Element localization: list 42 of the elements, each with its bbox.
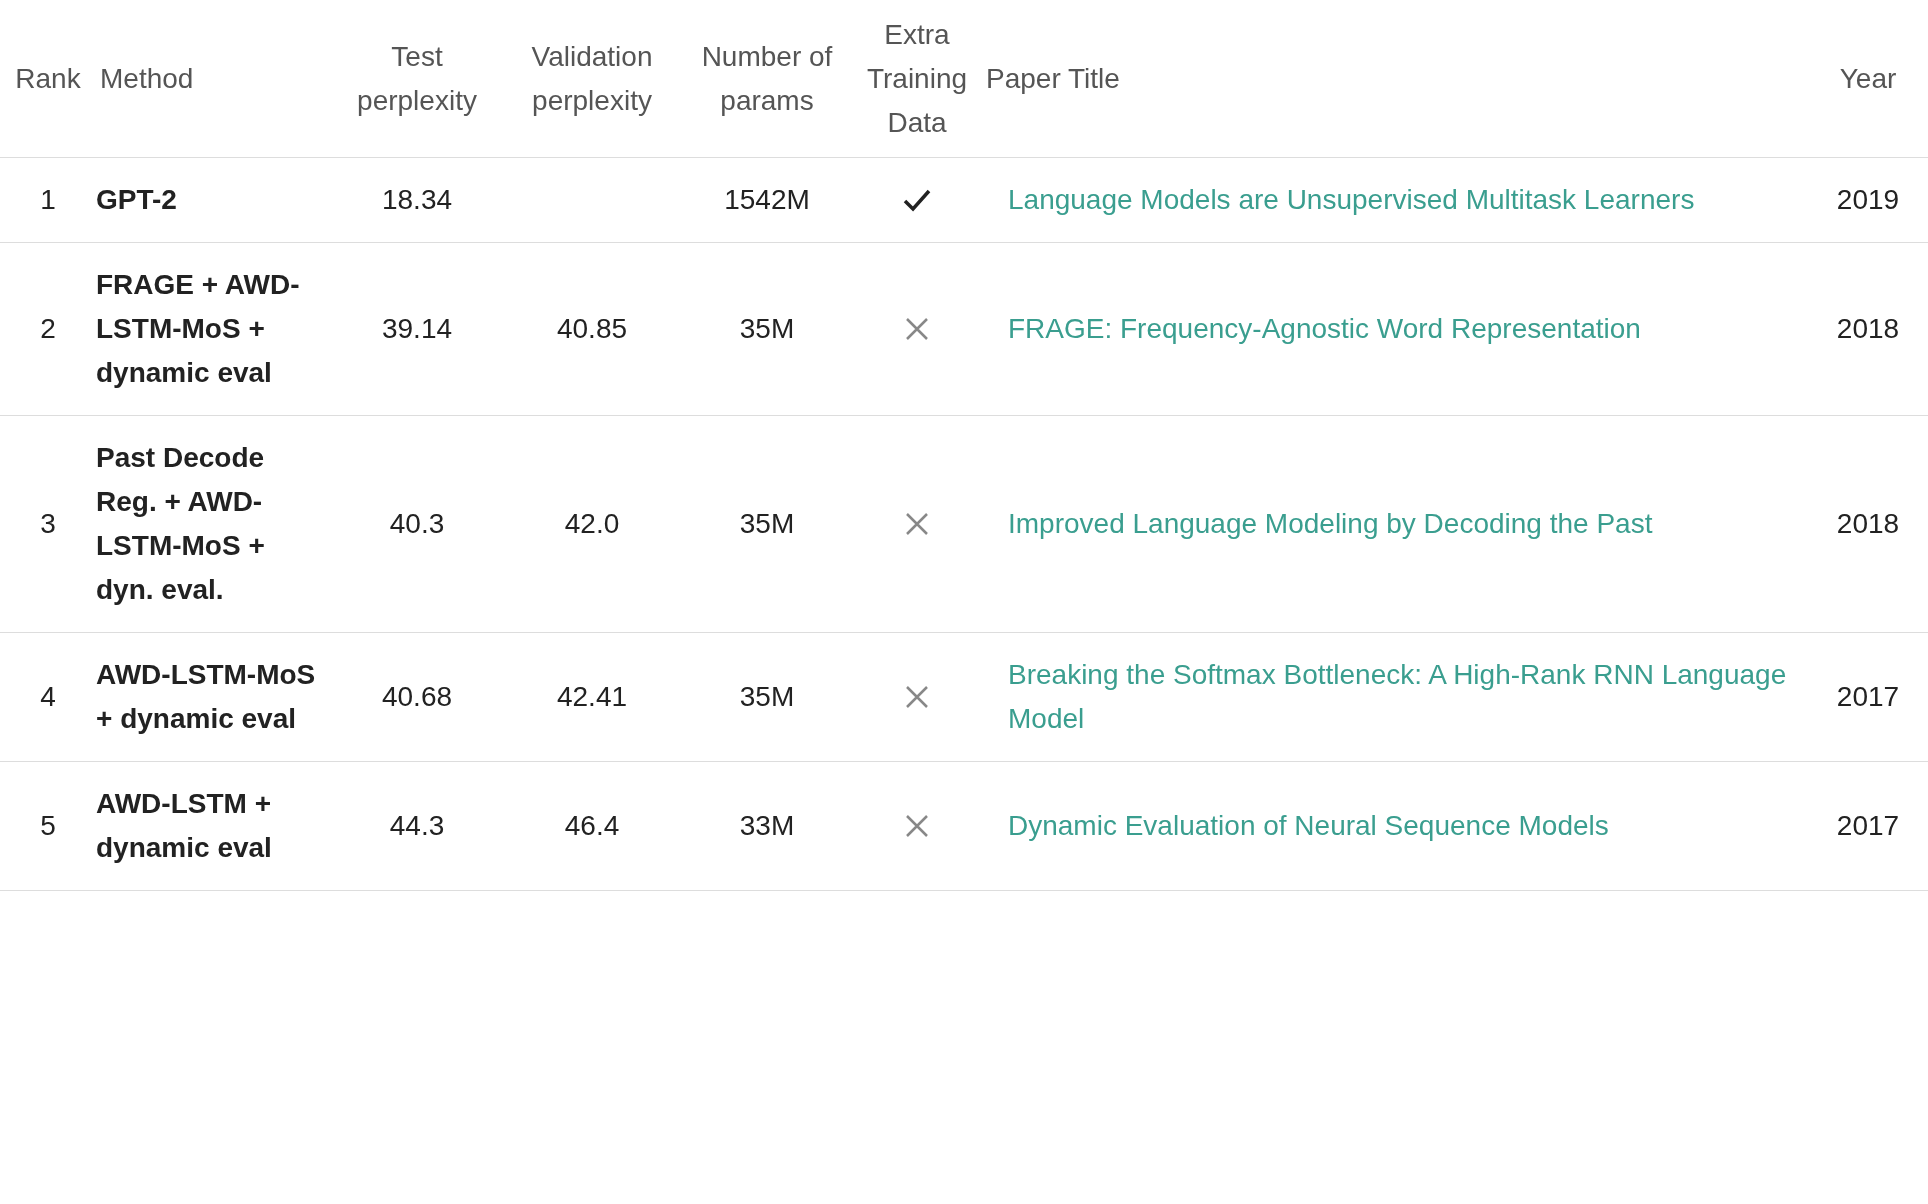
column-header: Number of params (701, 40, 833, 116)
table-cell: 1 (40, 184, 56, 215)
table-cell: 35M (739, 508, 795, 539)
table-cell: 4 (40, 681, 56, 712)
paper-link[interactable]: Dynamic Evaluation of Neural Sequence Models (1008, 804, 1609, 848)
table-cell: 35M (739, 313, 795, 344)
method-name: GPT-2 (96, 184, 177, 215)
table-cell: 18.34 (381, 184, 453, 215)
table-cell: 39.14 (381, 313, 453, 344)
table-cell: 40.68 (381, 681, 453, 712)
table-cell: 2019 (1836, 184, 1900, 215)
paper-link[interactable]: FRAGE: Frequency-Agnostic Word Representation (1008, 307, 1641, 351)
table-cell: 40.3 (389, 508, 445, 539)
column-header: Test perplexity (357, 40, 477, 116)
method-name: Past Decode Reg. + AWD-LSTM-MoS + dyn. eval. (96, 442, 265, 605)
table-cell: 40.85 (556, 313, 628, 344)
table-cell: 42.0 (564, 508, 620, 539)
table-cell: 5 (40, 810, 56, 841)
table-cell: 2017 (1836, 810, 1900, 841)
column-header: Paper Title (986, 62, 1120, 94)
table-cell: 35M (739, 681, 795, 712)
table-cell: 2018 (1836, 313, 1900, 344)
paper-link[interactable]: Breaking the Softmax Bottleneck: A High-Rank RNN Language Model (1008, 653, 1808, 741)
table-cell: 42.41 (556, 681, 628, 712)
method-name: FRAGE + AWD-LSTM-MoS + dynamic eval (96, 269, 300, 388)
column-header: Validation perplexity (531, 40, 653, 116)
table-cell: 2017 (1836, 681, 1900, 712)
table-cell: 33M (739, 810, 795, 841)
table-cell: 3 (40, 508, 56, 539)
table-cell: 44.3 (389, 810, 445, 841)
table-cell: 2018 (1836, 508, 1900, 539)
column-header: Rank (15, 62, 81, 94)
method-name: AWD-LSTM + dynamic eval (96, 788, 272, 863)
paper-link[interactable]: Improved Language Modeling by Decoding the Past (1008, 502, 1653, 546)
table-cell: 46.4 (564, 810, 620, 841)
column-header: Year (1839, 62, 1897, 94)
table-cell: 1542M (724, 184, 810, 215)
column-header: Method (100, 62, 194, 94)
paper-link[interactable]: Language Models are Unsupervised Multitask Learners (1008, 178, 1695, 222)
table-cell: 2 (40, 313, 56, 344)
method-name: AWD-LSTM-MoS + dynamic eval (96, 659, 316, 734)
column-header: Extra Training Data (866, 18, 968, 138)
